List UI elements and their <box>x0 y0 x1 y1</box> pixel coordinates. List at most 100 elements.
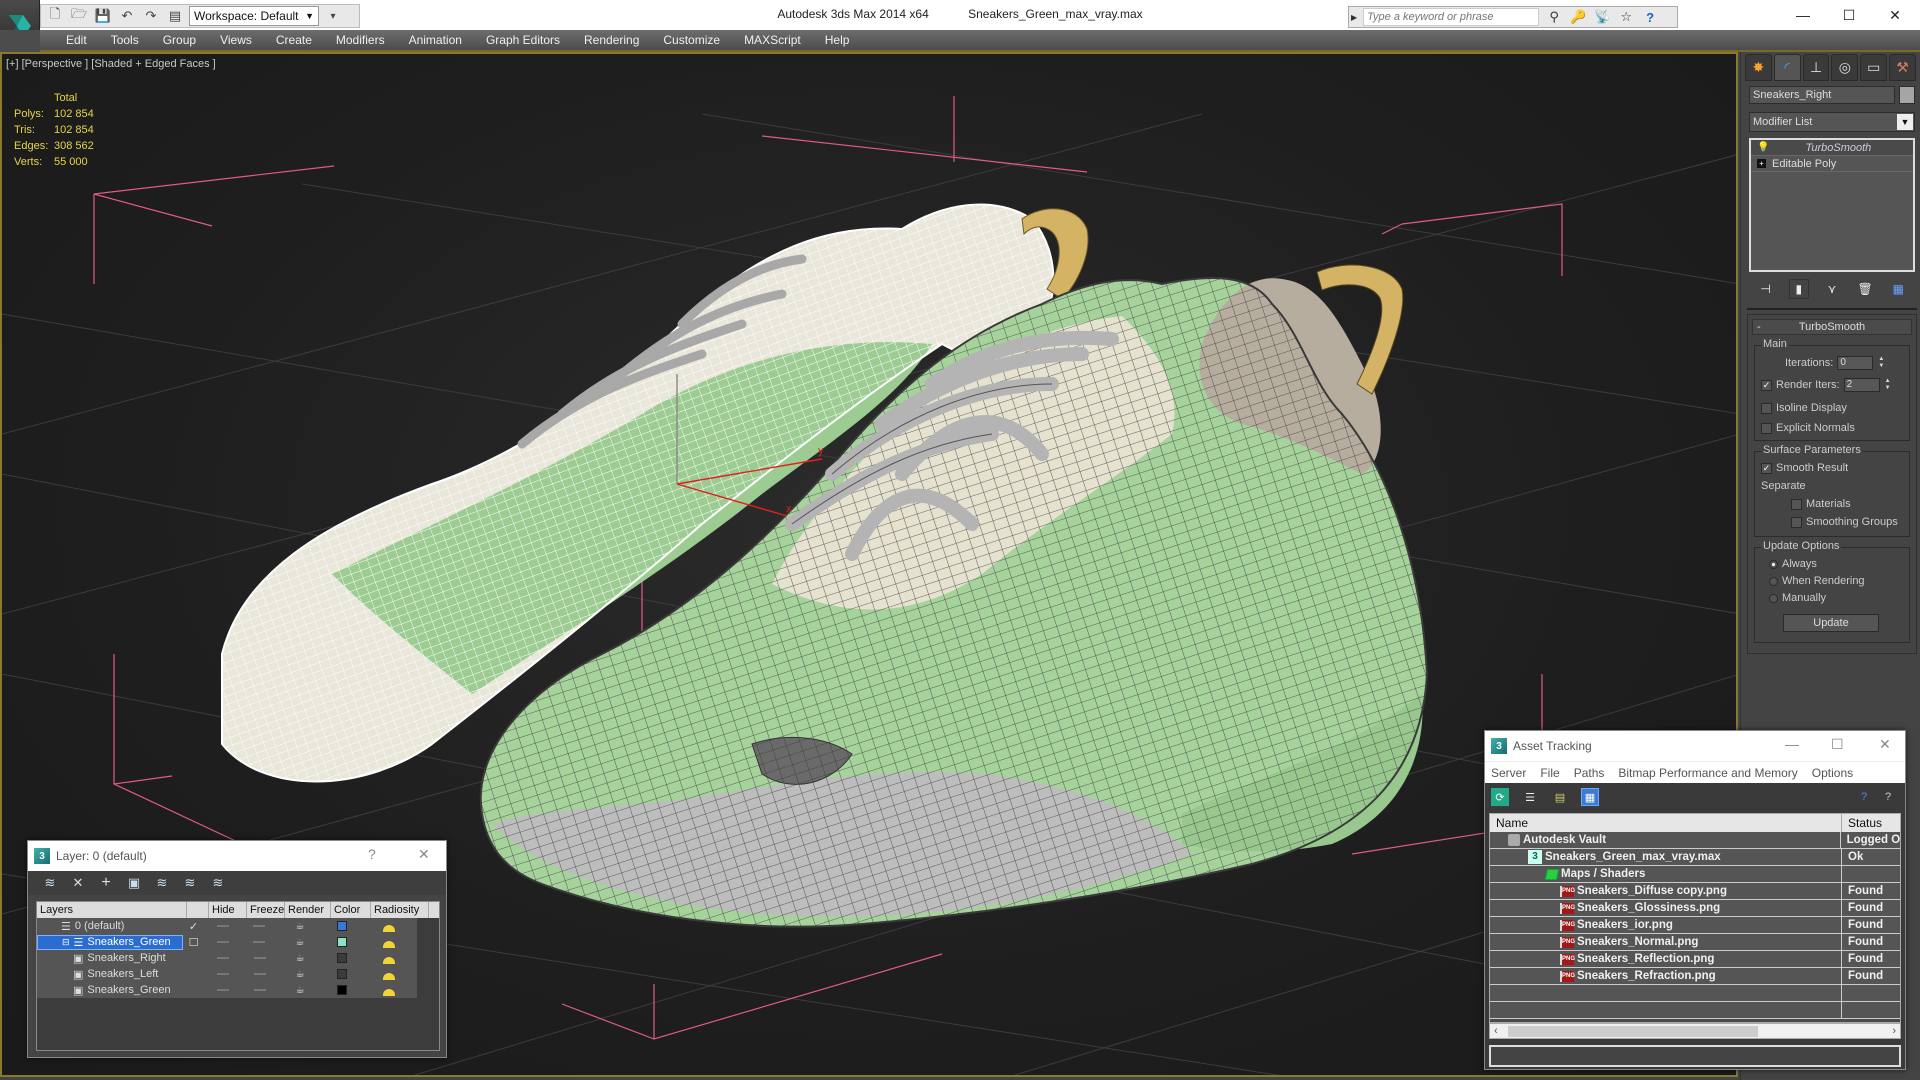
column-layers[interactable]: Layers <box>37 902 187 918</box>
add-to-layer-icon[interactable]: + <box>98 874 114 891</box>
create-layer-icon[interactable]: ≋ <box>42 875 58 891</box>
show-end-result-icon[interactable]: ▮ <box>1788 279 1809 299</box>
menu-views[interactable]: Views <box>208 29 264 51</box>
hierarchy-tab[interactable]: ⊥ <box>1802 54 1830 81</box>
hide-toggle[interactable] <box>204 989 241 991</box>
menu-help[interactable]: Help <box>813 29 862 51</box>
minimize-button[interactable]: — <box>1780 0 1826 30</box>
new-file-icon[interactable]: 🗋 <box>45 6 65 26</box>
asset-row[interactable]: Maps / Shaders <box>1490 866 1900 883</box>
configure-modifier-sets-icon[interactable]: ▦ <box>1888 279 1908 299</box>
manually-radio[interactable] <box>1769 593 1778 603</box>
radiosity-sun-icon[interactable] <box>361 937 417 948</box>
layer-row[interactable]: ☰ 0 (default) ✓ ☕ <box>37 918 417 934</box>
menu-graph-editors[interactable]: Graph Editors <box>474 29 572 51</box>
workspace-dropdown[interactable]: Workspace: Default ▼ <box>189 6 319 26</box>
minimize-button[interactable]: — <box>1785 736 1799 752</box>
layer-color[interactable] <box>322 953 361 963</box>
current-layer-indicator[interactable]: ☐ <box>183 936 204 949</box>
spinner-arrows-icon[interactable]: ▲ ▼ <box>1877 356 1885 370</box>
modifier-list-dropdown[interactable]: Modifier List ▼ <box>1749 112 1915 132</box>
menu-create[interactable]: Create <box>264 29 324 51</box>
menu-group[interactable]: Group <box>151 29 208 51</box>
current-layer-indicator[interactable]: ✓ <box>183 920 204 933</box>
help-icon[interactable]: ? <box>1641 8 1659 26</box>
column-status[interactable]: Status <box>1842 814 1882 832</box>
asset-row[interactable]: PNG Sneakers_Glossiness.png Found <box>1490 900 1900 917</box>
object-color-swatch[interactable] <box>1899 86 1915 104</box>
isoline-display-checkbox[interactable] <box>1761 402 1772 414</box>
teapot-render-icon[interactable]: ☕ <box>278 953 322 964</box>
freeze-toggle[interactable] <box>241 973 278 975</box>
asset-window-titlebar[interactable]: 3 Asset Tracking — ☐ ✕ <box>1485 731 1905 761</box>
radiosity-sun-icon[interactable] <box>361 985 417 996</box>
binoculars-icon[interactable]: ⚲ <box>1545 8 1563 26</box>
asset-row[interactable]: PNG Sneakers_Diffuse copy.png Found <box>1490 883 1900 900</box>
menu-modifiers[interactable]: Modifiers <box>324 29 397 51</box>
column-current[interactable] <box>187 902 209 918</box>
layer-row[interactable]: ▣ Sneakers_Left ☕ <box>37 966 417 982</box>
object-name-field[interactable]: Sneakers_Right <box>1749 86 1895 104</box>
teapot-render-icon[interactable]: ☕ <box>278 985 322 996</box>
asset-row[interactable]: Autodesk Vault Logged O <box>1490 832 1900 849</box>
menu-server[interactable]: Server <box>1491 766 1526 780</box>
teapot-render-icon[interactable]: ☕ <box>278 969 322 980</box>
menu-animation[interactable]: Animation <box>397 29 474 51</box>
menu-paths[interactable]: Paths <box>1574 766 1605 780</box>
asset-row[interactable]: PNG Sneakers_ior.png Found <box>1490 917 1900 934</box>
teapot-render-icon[interactable]: ☕ <box>278 921 323 932</box>
undo-icon[interactable]: ↶ <box>117 6 137 26</box>
hide-all-layers-icon[interactable]: ≋ <box>182 875 198 891</box>
layer-row[interactable]: ▣ Sneakers_Right ☕ <box>37 950 417 966</box>
asset-row[interactable]: PNG Sneakers_Normal.png Found <box>1490 934 1900 951</box>
when-rendering-radio[interactable] <box>1769 576 1778 586</box>
menu-customize[interactable]: Customize <box>651 29 732 51</box>
layer-color[interactable] <box>322 921 361 931</box>
display-tab[interactable]: ▭ <box>1860 54 1888 81</box>
menu-rendering[interactable]: Rendering <box>572 29 651 51</box>
smooth-result-checkbox[interactable]: ✓ <box>1761 462 1772 474</box>
column-radiosity[interactable]: Radiosity <box>371 902 429 918</box>
stack-item-turbosmooth[interactable]: 💡 TurboSmooth <box>1751 140 1913 156</box>
refresh-icon[interactable]: ⟳ <box>1491 788 1509 806</box>
hide-toggle[interactable] <box>204 941 241 943</box>
freeze-toggle[interactable] <box>241 941 278 943</box>
scroll-left-icon[interactable]: ‹ <box>1494 1024 1498 1038</box>
customize-toolbar-icon[interactable]: ▾ <box>323 6 343 26</box>
help-button[interactable]: ? <box>368 846 376 862</box>
maximize-button[interactable]: ☐ <box>1826 0 1872 30</box>
rollout-header[interactable]: - TurboSmooth <box>1752 319 1912 335</box>
explicit-normals-checkbox[interactable] <box>1761 422 1772 434</box>
expand-arrow-icon[interactable]: ▶ <box>1351 13 1357 22</box>
horizontal-scrollbar[interactable]: ‹ › <box>1489 1023 1901 1039</box>
scroll-right-icon[interactable]: › <box>1892 1024 1896 1038</box>
freeze-toggle[interactable] <box>241 925 278 927</box>
teapot-render-icon[interactable]: ☕ <box>278 937 322 948</box>
open-file-icon[interactable]: 🗁 <box>69 6 89 26</box>
layer-color[interactable] <box>322 985 361 995</box>
list-view-icon[interactable]: ☰ <box>1521 788 1539 806</box>
render-iters-spinner[interactable]: 2 <box>1843 378 1880 392</box>
hide-toggle[interactable] <box>204 973 241 975</box>
menu-maxscript[interactable]: MAXScript <box>732 29 813 51</box>
radiosity-sun-icon[interactable] <box>361 969 417 980</box>
make-unique-icon[interactable]: ⋎ <box>1822 279 1842 299</box>
layer-row[interactable]: ⊟ ☰ Sneakers_Green ☐ ☕ <box>37 934 417 950</box>
save-icon[interactable]: 💾 <box>93 6 113 26</box>
collapse-icon[interactable]: ⊟ <box>62 937 70 948</box>
asset-row[interactable]: PNG Sneakers_Reflection.png Found <box>1490 951 1900 968</box>
freeze-all-layers-icon[interactable]: ≋ <box>210 875 226 891</box>
layer-color[interactable] <box>322 937 361 947</box>
radiosity-sun-icon[interactable] <box>361 953 417 964</box>
motion-tab[interactable]: ◎ <box>1831 54 1859 81</box>
redo-icon[interactable]: ↷ <box>141 6 161 26</box>
asset-row[interactable]: 3 Sneakers_Green_max_vray.max Ok <box>1490 849 1900 866</box>
smoothing-groups-checkbox[interactable] <box>1791 516 1802 528</box>
layer-row[interactable]: ▣ Sneakers_Green ☕ <box>37 982 417 998</box>
menu-tools[interactable]: Tools <box>99 29 151 51</box>
close-button[interactable]: ✕ <box>1879 736 1891 753</box>
update-button[interactable]: Update <box>1783 614 1879 632</box>
search-input[interactable] <box>1363 8 1540 26</box>
spinner-arrows-icon[interactable]: ▲ ▼ <box>1884 378 1892 392</box>
freeze-toggle[interactable] <box>241 957 278 959</box>
